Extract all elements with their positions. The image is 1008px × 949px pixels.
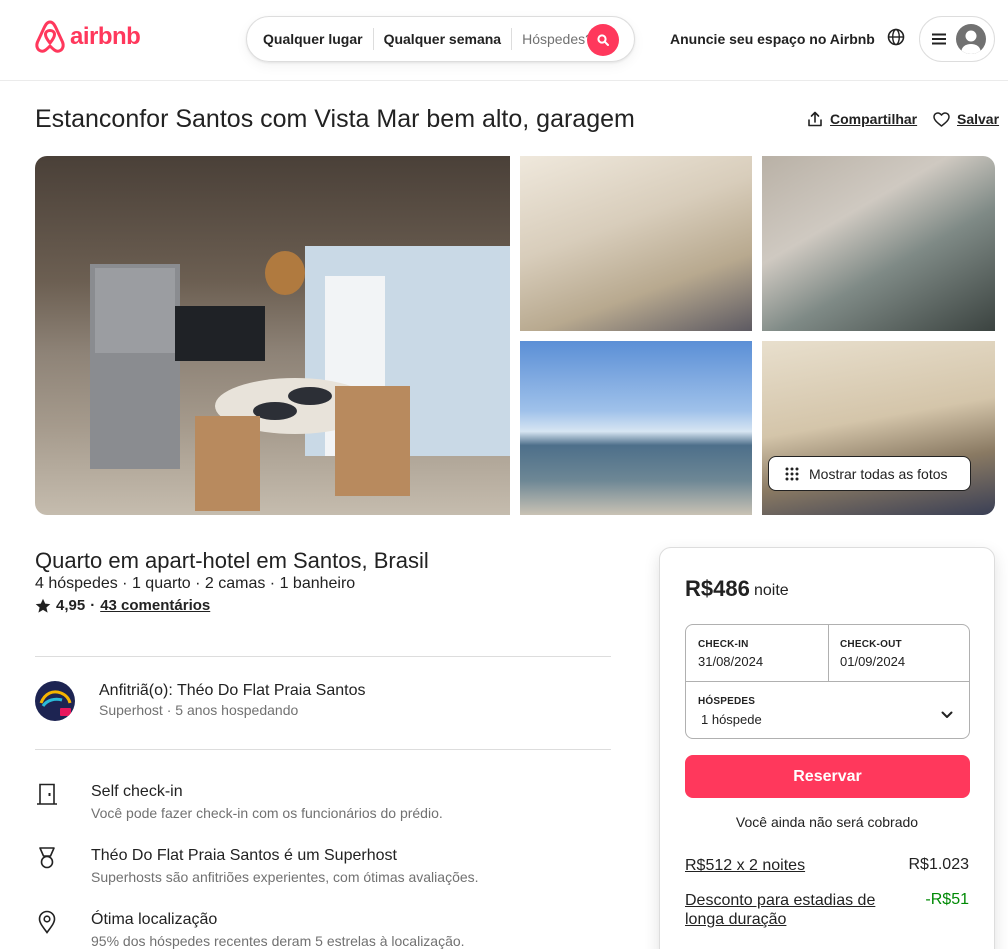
checkout-value: 01/09/2024 [840, 654, 906, 669]
photo-sea-view[interactable] [520, 341, 752, 515]
grid-dots-icon [785, 467, 799, 480]
chevron-down-icon [941, 711, 953, 718]
search-location[interactable]: Qualquer lugar [247, 31, 373, 47]
search-icon [597, 34, 609, 46]
section-divider [35, 749, 611, 750]
star-icon [35, 598, 51, 613]
booking-card: R$486 noite CHECK-IN 31/08/2024 CHECK-OU… [659, 547, 995, 949]
airbnb-logo-icon [35, 20, 65, 53]
feature-title: Théo Do Flat Praia Santos é um Superhost [91, 847, 397, 864]
date-guest-picker: CHECK-IN 31/08/2024 CHECK-OUT 01/09/2024… [685, 624, 970, 739]
rating-separator: · [90, 597, 96, 614]
no-charge-note: Você ainda não será cobrado [735, 814, 919, 830]
photo-balcony[interactable] [762, 156, 995, 331]
door-icon [37, 783, 57, 805]
reviews-link[interactable]: 43 comentários [100, 597, 210, 614]
nightly-breakdown-link[interactable]: R$512 x 2 noites [685, 856, 895, 875]
save-label: Salvar [957, 111, 1000, 127]
discount-link[interactable]: Desconto para estadias de longa duração [685, 891, 895, 929]
checkin-label: CHECK-IN [698, 639, 749, 650]
logo-wordmark: airbnb [70, 23, 141, 50]
top-header: airbnb Qualquer lugar Qualquer semana Hó… [0, 0, 1008, 81]
feature-title: Self check-in [91, 783, 183, 800]
nightly-breakdown-value: R$1.023 [908, 856, 970, 873]
share-button[interactable]: Compartilhar [807, 111, 917, 127]
price-unit: noite [754, 582, 789, 599]
guests-value: 1 hóspede [701, 712, 762, 727]
section-divider [35, 656, 611, 657]
guests-label: HÓSPEDES [698, 696, 756, 707]
search-week[interactable]: Qualquer semana [374, 31, 512, 47]
checkout-label: CHECK-OUT [840, 639, 902, 650]
globe-icon[interactable] [886, 27, 906, 47]
room-facts: 4 hóspedes · 1 quarto · 2 camas · 1 banh… [35, 575, 356, 592]
hamburger-menu-icon [932, 33, 946, 45]
feature-description: Superhosts são anfitriões experientes, c… [91, 869, 479, 885]
search-bar[interactable]: Qualquer lugar Qualquer semana Hóspedes? [246, 16, 635, 62]
feature-title: Ótima localização [91, 911, 218, 928]
photo-kitchen-dining[interactable] [35, 156, 510, 515]
user-avatar-icon [956, 24, 986, 54]
location-pin-icon [38, 910, 56, 934]
rating-row: 4,95 · 43 comentários [35, 597, 210, 614]
nightly-price: R$486 [685, 576, 750, 601]
checkin-field[interactable]: CHECK-IN 31/08/2024 [686, 625, 828, 681]
search-button[interactable] [587, 24, 619, 56]
listing-title: Estanconfor Santos com Vista Mar bem alt… [35, 105, 635, 133]
reserve-button[interactable]: Reservar [685, 755, 970, 798]
checkin-value: 31/08/2024 [698, 654, 764, 669]
become-host-link[interactable]: Anuncie seu espaço no Airbnb [670, 31, 875, 47]
share-icon [808, 111, 822, 127]
airbnb-logo[interactable]: airbnb [34, 20, 141, 54]
guests-select[interactable]: HÓSPEDES 1 hóspede [686, 682, 971, 740]
room-type-title: Quarto em apart-hotel em Santos, Brasil [35, 548, 429, 573]
feature-description: 95% dos hóspedes recentes deram 5 estrel… [91, 933, 465, 949]
host-avatar[interactable] [35, 681, 75, 721]
rating-value: 4,95 [56, 597, 86, 614]
discount-value: -R$51 [925, 891, 969, 908]
show-all-photos-button[interactable]: Mostrar todas as fotos [768, 456, 971, 491]
feature-description: Você pode fazer check-in com os funcioná… [91, 805, 443, 821]
medal-icon [39, 847, 55, 869]
show-all-photos-label: Mostrar todas as fotos [809, 465, 948, 482]
save-button[interactable]: Salvar [933, 111, 999, 127]
host-name: Anfitriã(o): Théo Do Flat Praia Santos [99, 682, 366, 699]
checkout-field[interactable]: CHECK-OUT 01/09/2024 [829, 625, 971, 681]
host-meta: Superhost · 5 anos hospedando [99, 702, 299, 718]
photo-living-room[interactable] [520, 156, 752, 331]
heart-icon [933, 111, 950, 127]
share-label: Compartilhar [830, 111, 918, 127]
user-menu-button[interactable] [919, 16, 995, 62]
